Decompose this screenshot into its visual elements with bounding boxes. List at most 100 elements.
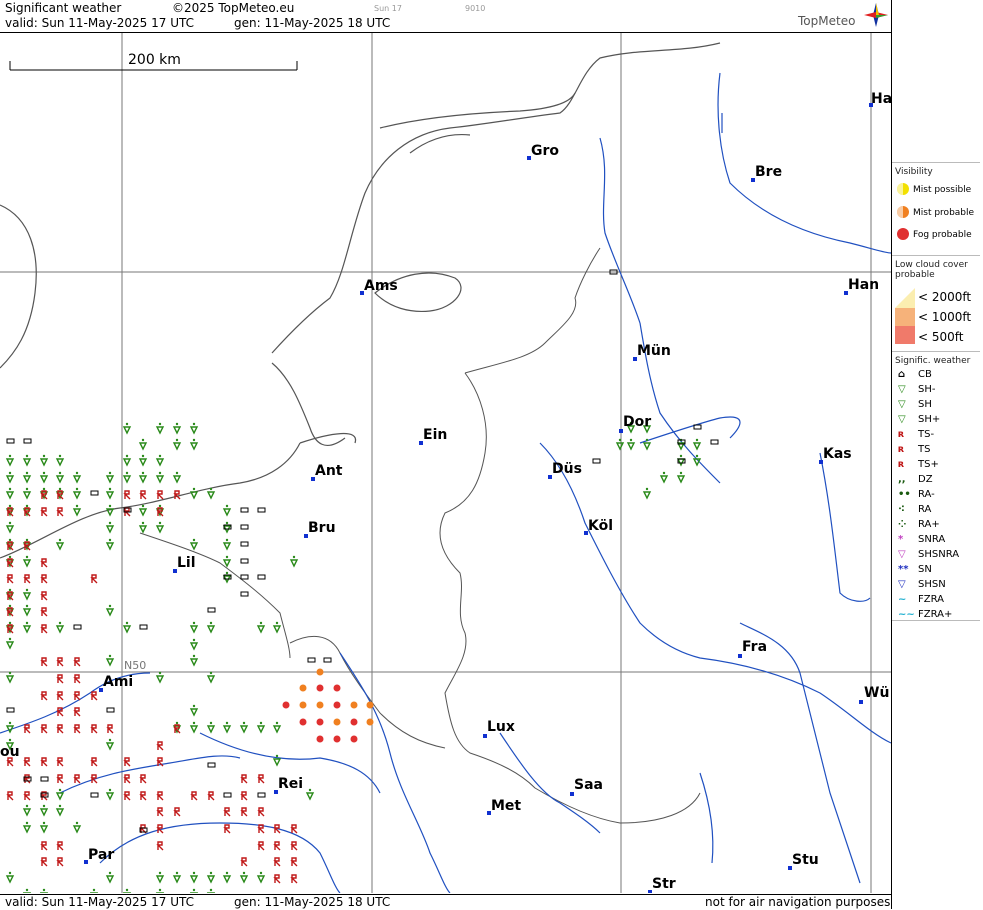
thunder-icon [190,791,198,801]
shower-icon [138,442,148,451]
sigwx-legend-label: SH+ [918,414,941,425]
shower-dot [209,871,213,875]
shower-dot [158,521,162,525]
city-label-rei: Rei [278,776,304,792]
shower-dot [618,438,622,442]
shower-dot [108,654,112,658]
thunder-icon [240,774,248,784]
shower-dot [42,487,46,491]
shower-dot [108,604,112,608]
shower-dot [58,471,62,475]
cb-icon [257,792,266,798]
shower-dot [629,438,633,442]
shower-dot [108,487,112,491]
cb-icon [240,524,249,530]
shower-dot [158,504,162,508]
shower-icon [55,542,65,551]
thunder-icon: ʀ [898,444,905,455]
thunder-icon [90,691,98,701]
city-label-bru: Bru [308,520,336,536]
sigwx-title: Signific. weather [895,356,971,366]
sleet-shower-icon: ▽ [898,549,906,560]
shower-icon [138,475,148,484]
shower-dot [8,588,12,592]
shower-dot [225,538,229,542]
thunder-icon [56,674,64,684]
thunder-icon [56,757,64,767]
city-label-kas: Kas [823,446,852,462]
shower-icon [39,825,49,834]
sigwx-legend-label: FZRA [918,594,944,605]
legend-mist-probable: Mist probable [913,208,975,218]
shower-dot [308,788,312,792]
shower-dot [108,738,112,742]
shower-dot [662,471,666,475]
thunder-icon [56,857,64,867]
cb-icon [23,438,32,444]
thunder-icon [123,791,131,801]
shower-icon [105,475,115,484]
city-label-mun: Mün [637,343,671,359]
shower-dot [259,871,263,875]
thunder-icon [257,841,265,851]
shower-icon [72,491,82,500]
cb-icon [307,657,316,663]
thunder-icon [156,841,164,851]
lowcloud-subtitle: probable [895,270,935,280]
shower-dot [25,487,29,491]
shower-dot [225,721,229,725]
freezing-rain-heavy-icon: ~~ [898,609,915,620]
map-area[interactable]: 200 km N50 Ha Gro Bre Ams Han Mün Dor Ei… [0,33,891,893]
thunder-icon [23,757,31,767]
borders [139,247,701,824]
thunder-icon [257,774,265,784]
shower-dot [225,504,229,508]
city-label-bre: Bre [755,164,783,180]
shower-icon [272,625,282,634]
thunder-icon [56,724,64,734]
shower-icon [72,475,82,484]
sigwx-legend-label: SH- [918,384,936,395]
shower-dot [209,888,213,892]
legend-separator [892,255,980,256]
legend-lowcloud-2000: < 2000ft [918,290,972,304]
city-label-ams: Ams [364,278,398,294]
shower-dot [209,621,213,625]
thunder-icon [90,724,98,734]
city-label-par: Par [88,847,115,863]
thunder-icon [23,774,31,784]
thunder-icon [173,807,181,817]
shower-icon [676,458,686,467]
shower-dot [141,471,145,475]
thunder-icon [40,857,48,867]
shower-icon [22,592,32,601]
shower-icon [206,491,216,500]
shower-dot [108,538,112,542]
city-label-ant: Ant [315,463,343,479]
thunder-icon [23,791,31,801]
shower-dot [58,788,62,792]
legend-separator [892,162,980,163]
weather-symbols [5,269,719,893]
shower-dot [175,721,179,725]
thunder-icon [223,807,231,817]
cb-icon [6,438,15,444]
sigwx-legend-label: RA+ [918,519,940,530]
shower-dot [58,487,62,491]
shower-dot [192,487,196,491]
shower-icon [105,742,115,751]
snow-icon: ** [898,564,909,575]
shower-dot [8,555,12,559]
city-label-stu: Stu [792,852,819,868]
thunder-icon [23,574,31,584]
city-label-saa: Saa [574,777,603,793]
shower-dot [645,438,649,442]
thunder-icon [73,707,81,717]
thunder-icon [290,841,298,851]
thunder-icon [139,774,147,784]
legend-mist-possible: Mist possible [913,185,972,195]
shower-icon [206,625,216,634]
thunder-icon [90,757,98,767]
thunder-icon [290,824,298,834]
shower-icon [105,525,115,534]
